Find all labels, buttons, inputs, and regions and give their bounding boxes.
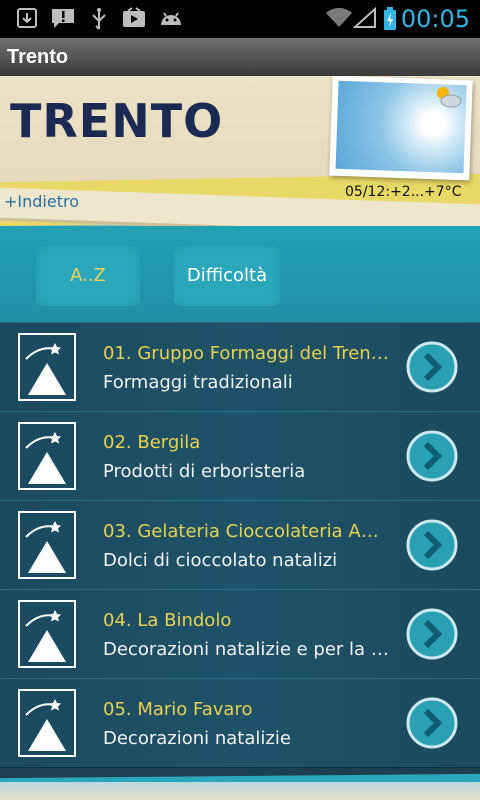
city-header: TRENTO 05/12:+2...+7°C +Indietro A..Z Di… <box>0 76 480 322</box>
chevron-right-circle-icon[interactable] <box>406 341 458 393</box>
item-subtitle: Decorazioni natalizie e per la casa <box>103 639 389 660</box>
tab-difficulty[interactable]: Difficoltà <box>174 246 280 306</box>
christmas-tree-icon <box>18 600 76 668</box>
item-title: 03. Gelateria Cioccolateria Andreatta <box>103 521 389 542</box>
christmas-tree-icon <box>18 333 76 401</box>
chevron-right-circle-icon[interactable] <box>406 608 458 660</box>
city-title: TRENTO <box>10 94 224 148</box>
status-bar: 00:05 <box>0 0 480 38</box>
chevron-right-circle-icon[interactable] <box>406 519 458 571</box>
christmas-tree-icon <box>18 689 76 757</box>
item-subtitle: Prodotti di erboristeria <box>103 461 306 482</box>
chevron-right-circle-icon[interactable] <box>406 430 458 482</box>
battery-charging-icon <box>383 7 397 37</box>
app-title: Trento <box>7 46 69 68</box>
tab-alphabetical[interactable]: A..Z <box>36 246 140 306</box>
list-item[interactable]: 02. Bergila Prodotti di erboristeria <box>0 411 480 501</box>
wifi-icon <box>325 7 353 35</box>
clock: 00:05 <box>400 5 470 33</box>
weather-forecast: 05/12:+2...+7°C <box>345 184 462 200</box>
item-title: 05. Mario Favaro <box>103 699 253 720</box>
christmas-tree-icon <box>18 422 76 490</box>
shop-list: 01. Gruppo Formaggi del Trentino Formagg… <box>0 322 480 782</box>
decorative-footer <box>0 782 480 800</box>
item-subtitle: Decorazioni natalizie <box>103 728 291 749</box>
usb-icon <box>90 7 108 37</box>
download-icon <box>16 7 38 35</box>
back-button[interactable]: +Indietro <box>4 192 79 211</box>
chevron-right-circle-icon[interactable] <box>406 697 458 749</box>
app-bar: Trento <box>0 38 480 77</box>
android-icon <box>158 7 184 35</box>
item-subtitle: Formaggi tradizionali <box>103 372 293 393</box>
alert-icon <box>50 7 76 35</box>
list-item[interactable]: 03. Gelateria Cioccolateria Andreatta Do… <box>0 500 480 590</box>
item-title: 02. Bergila <box>103 432 201 453</box>
item-subtitle: Dolci di cioccolato natalizi <box>103 550 338 571</box>
list-item[interactable]: 04. La Bindolo Decorazioni natalizie e p… <box>0 589 480 679</box>
list-item[interactable]: 01. Gruppo Formaggi del Trentino Formagg… <box>0 322 480 412</box>
christmas-tree-icon <box>18 511 76 579</box>
signal-icon <box>352 6 377 35</box>
list-item[interactable]: 05. Mario Favaro Decorazioni natalizie <box>0 678 480 768</box>
item-title: 04. La Bindolo <box>103 610 232 631</box>
item-title: 01. Gruppo Formaggi del Trentino <box>103 343 389 364</box>
play-store-icon <box>122 7 146 35</box>
partly-cloudy-icon <box>437 87 462 108</box>
